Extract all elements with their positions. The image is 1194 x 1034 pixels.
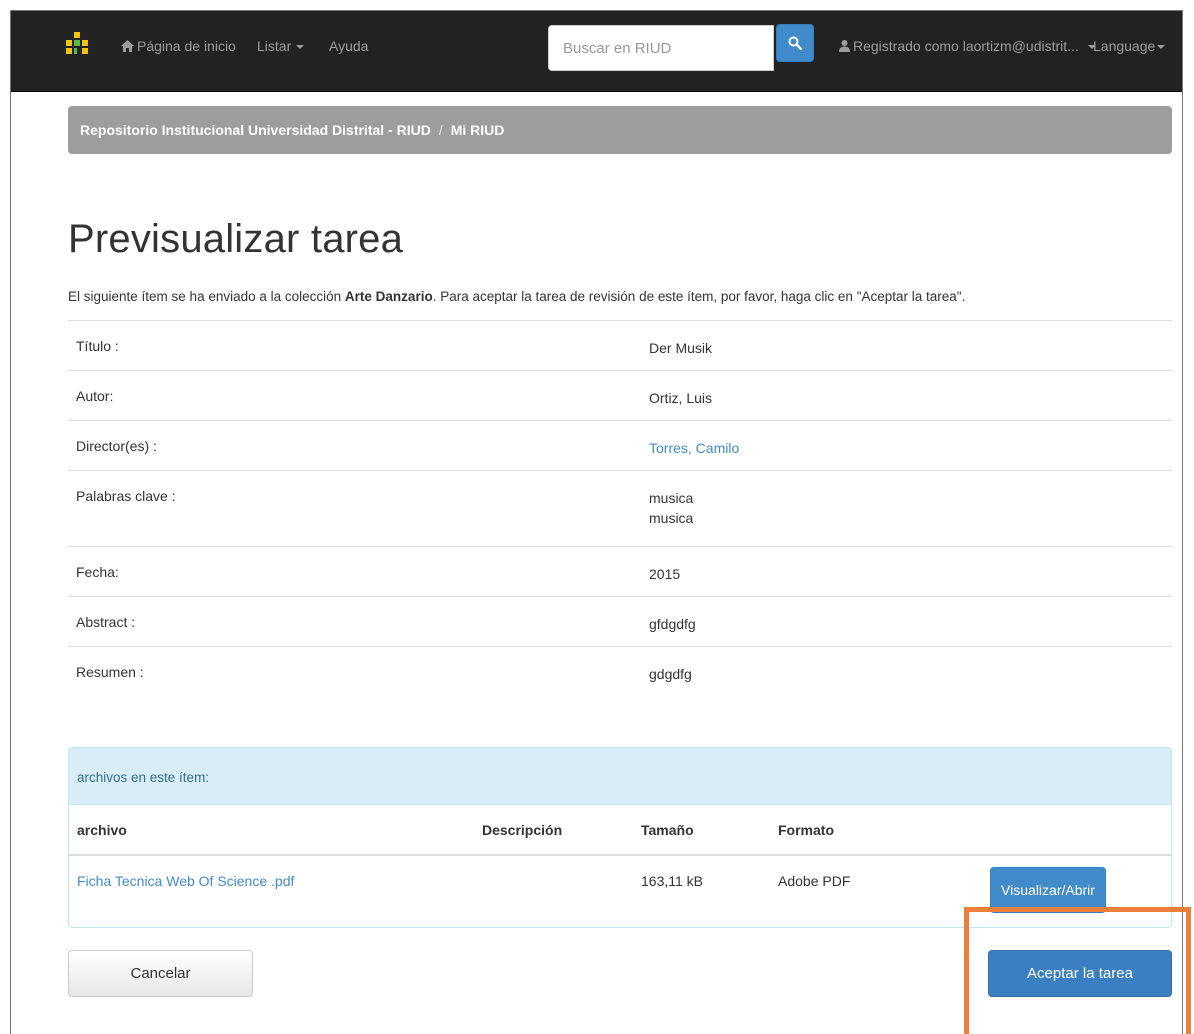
search-input[interactable] xyxy=(548,25,774,71)
nav-home-label: Página de inicio xyxy=(137,38,236,54)
cancel-button[interactable]: Cancelar xyxy=(68,950,253,997)
nav-browse-label: Listar xyxy=(257,38,292,54)
nav-help-link[interactable]: Ayuda xyxy=(329,38,368,54)
home-icon xyxy=(121,40,134,52)
nav-help-label: Ayuda xyxy=(329,38,369,54)
page-title: Previsualizar tarea xyxy=(68,217,404,261)
view-open-button[interactable]: Visualizar/Abrir xyxy=(990,867,1106,913)
director-link[interactable]: Torres, Camilo xyxy=(649,438,739,458)
metadata-label: Resumen : xyxy=(76,664,144,680)
intro-text: El siguiente ítem se ha enviado a la col… xyxy=(68,289,965,304)
metadata-row-title: Título : Der Musik xyxy=(68,320,1172,370)
column-header-size: Tamaño xyxy=(641,822,694,838)
files-panel: archivos en este ítem: archivo Descripci… xyxy=(68,747,1172,928)
keyword-value: musica xyxy=(649,490,694,506)
language-menu[interactable]: Language xyxy=(1093,38,1166,54)
metadata-label: Palabras clave : xyxy=(76,488,176,504)
metadata-value: gfdgdfg xyxy=(649,616,696,632)
metadata-value-group: musica musica xyxy=(649,488,693,528)
browser-viewport: Página de inicio Listar Ayuda Registrado… xyxy=(10,10,1183,1034)
nav-home-link[interactable]: Página de inicio xyxy=(121,38,236,54)
metadata-row-summary: Resumen : gdgdfg xyxy=(68,646,1172,696)
accept-task-button[interactable]: Aceptar la tarea xyxy=(988,950,1172,997)
files-panel-heading: archivos en este ítem: xyxy=(69,748,1171,805)
chevron-down-icon xyxy=(296,45,305,50)
metadata-label: Fecha: xyxy=(76,564,119,580)
search-button[interactable] xyxy=(776,24,814,62)
item-metadata-table: Título : Der Musik Autor: Ortiz, Luis Di… xyxy=(68,320,1172,696)
user-icon xyxy=(839,40,850,52)
metadata-label: Abstract : xyxy=(76,614,136,630)
column-header-format: Formato xyxy=(778,822,834,838)
metadata-label: Autor: xyxy=(76,388,114,404)
breadcrumb-separator: / xyxy=(438,122,443,138)
metadata-value: Der Musik xyxy=(649,340,713,356)
metadata-row-abstract: Abstract : gfdgdfg xyxy=(68,596,1172,646)
file-format: Adobe PDF xyxy=(778,873,851,889)
nav-browse-menu[interactable]: Listar xyxy=(257,38,305,54)
user-menu-label: Registrado como laortizm@udistrit... xyxy=(853,38,1079,54)
riud-logo-icon[interactable] xyxy=(66,32,88,54)
breadcrumb: Repositorio Institucional Universidad Di… xyxy=(68,106,1172,154)
table-divider xyxy=(69,854,1171,856)
metadata-value: 2015 xyxy=(649,566,681,582)
collection-name: Arte Danzario xyxy=(344,289,433,304)
file-name-link[interactable]: Ficha Tecnica Web Of Science .pdf xyxy=(77,873,294,889)
keyword-value: musica xyxy=(649,510,694,526)
breadcrumb-item-repository[interactable]: Repositorio Institucional Universidad Di… xyxy=(80,122,431,138)
breadcrumb-item-my-riud[interactable]: Mi RIUD xyxy=(451,122,505,138)
search-icon xyxy=(788,36,802,50)
metadata-label: Título : xyxy=(76,338,119,354)
metadata-row-author: Autor: Ortiz, Luis xyxy=(68,370,1172,420)
intro-text-end: . Para aceptar la tarea de revisión de e… xyxy=(432,289,966,304)
column-header-file: archivo xyxy=(77,822,127,838)
metadata-label: Director(es) : xyxy=(76,438,157,454)
user-account-menu[interactable]: Registrado como laortizm@udistrit... xyxy=(839,38,1096,54)
metadata-row-director: Director(es) : Torres, Camilo xyxy=(68,420,1172,470)
file-size: 163,11 kB xyxy=(641,873,704,889)
metadata-value: gdgdfg xyxy=(649,666,692,682)
top-navbar: Página de inicio Listar Ayuda Registrado… xyxy=(11,11,1182,92)
metadata-row-date: Fecha: 2015 xyxy=(68,546,1172,596)
chevron-down-icon xyxy=(1157,45,1166,50)
column-header-description: Descripción xyxy=(482,822,563,838)
language-menu-label: Language xyxy=(1093,38,1156,54)
intro-text-start: El siguiente ítem se ha enviado a la col… xyxy=(68,289,345,304)
metadata-value: Ortiz, Luis xyxy=(649,390,713,406)
metadata-row-keywords: Palabras clave : musica musica xyxy=(68,470,1172,546)
